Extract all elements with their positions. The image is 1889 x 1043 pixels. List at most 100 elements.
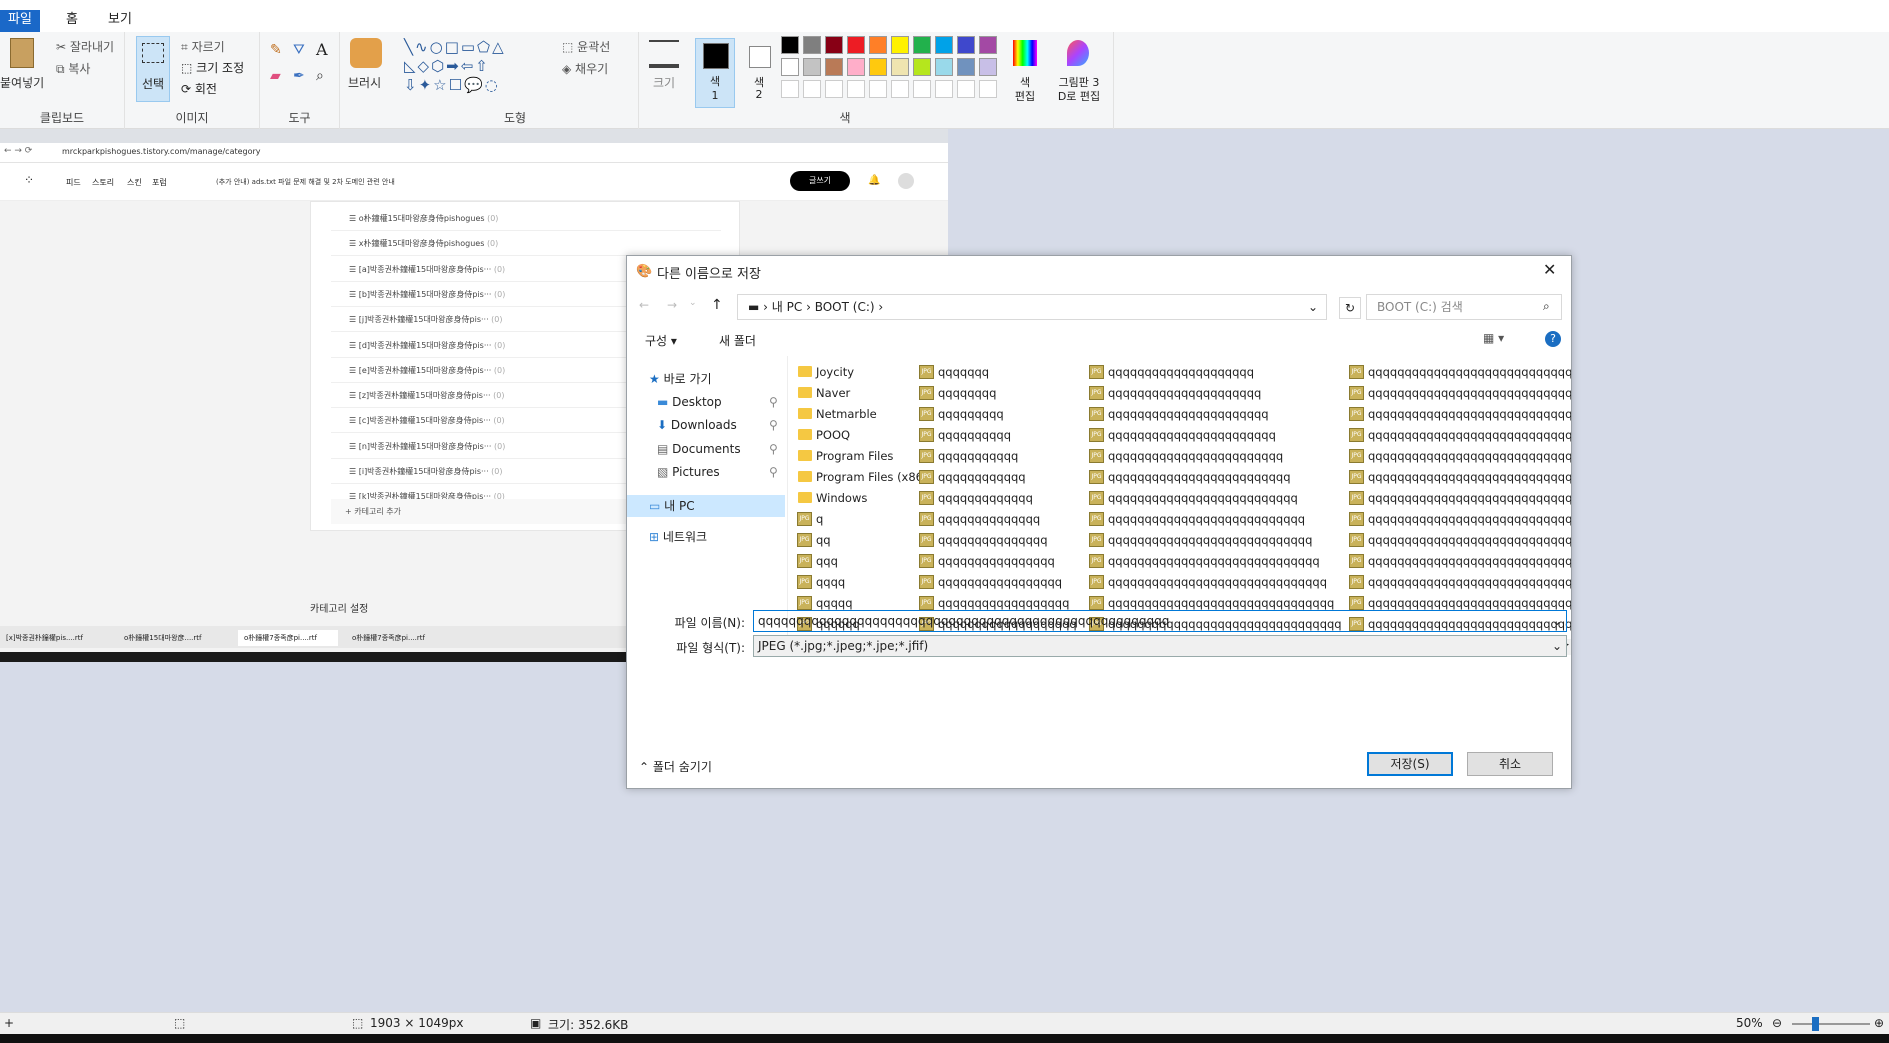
file-item[interactable]: JPG qqqqqqqqqqqqq	[918, 488, 1033, 508]
file-item[interactable]: JPG qqqq	[796, 572, 845, 592]
file-item[interactable]: JPG qqqqqqqq	[918, 383, 996, 403]
resize-button[interactable]: ⬚ 크기 조정	[181, 59, 244, 76]
menu-home[interactable]: 홈	[58, 10, 86, 32]
save-button[interactable]: 저장(S)	[1367, 752, 1453, 776]
magnifier-icon[interactable]: ⌕	[316, 68, 324, 84]
file-item[interactable]: JPG qqqqqqqqqqqqqqqqqqqqqqqqqqqqqqqqqqqq	[1348, 509, 1571, 529]
file-item[interactable]: JPG qqqqqqqqqqqqqqqqqqqqqqqqqqqqqqqqqqqq	[1348, 551, 1571, 571]
file-item[interactable]: JPG qqqqqqqqqqqqqqqqqqqqqqq	[1088, 425, 1276, 445]
cancel-button[interactable]: 취소	[1467, 752, 1553, 776]
fill-button[interactable]: ◈ 채우기	[562, 60, 608, 77]
file-item[interactable]: JPG qqqqqqqqqqqqqqqqqqqqqqqqqqqqqqqqqqqq	[1348, 488, 1571, 508]
filetype-select[interactable]: JPEG (*.jpg;*.jpeg;*.jpe;*.jfif) ⌄	[753, 635, 1567, 657]
refresh-icon[interactable]: ↻	[1339, 297, 1361, 319]
path-bar[interactable]: ▬ › 내 PC › BOOT (C:) › ⌄	[737, 294, 1327, 320]
zoom-out-icon[interactable]: ⊖	[1772, 1016, 1782, 1030]
file-item[interactable]: JPG qqqqqqqqqqqqqqqqqqqqqqqqqqqqq	[1088, 551, 1320, 571]
close-icon[interactable]: ✕	[1543, 260, 1556, 279]
file-item[interactable]: JPG qqqqqqqqqqqqqqqqqqqqqqqqqqqqqqqqqqqq	[1348, 530, 1571, 550]
nav-network[interactable]: ⊞ 네트워크	[649, 526, 707, 548]
color-swatch[interactable]	[957, 58, 975, 76]
color-picker-icon[interactable]: ✒	[293, 68, 305, 84]
custom-color-swatch[interactable]	[825, 80, 843, 98]
file-item[interactable]: JPG qqqqqqqqqqqqqqqqqqqqqqqqqqqqqqqqqqqq	[1348, 572, 1571, 592]
color-swatch[interactable]	[913, 58, 931, 76]
file-item[interactable]: JPG q	[796, 509, 823, 529]
color-swatch[interactable]	[891, 58, 909, 76]
edit-colors-button[interactable]: 색 편집	[1007, 38, 1043, 108]
brushes-button[interactable]: 브러시	[348, 74, 381, 91]
color-swatch[interactable]	[825, 36, 843, 54]
file-item[interactable]: JPG qqqqqqqqqqqqqqqqqqqqqqqqqqq	[1088, 509, 1305, 529]
nav-this-pc[interactable]: ▭ 내 PC	[649, 495, 695, 517]
custom-color-swatch[interactable]	[869, 80, 887, 98]
color-swatch[interactable]	[803, 58, 821, 76]
color-swatch[interactable]	[913, 36, 931, 54]
folder-item[interactable]: POOQ	[796, 425, 850, 445]
custom-color-swatch[interactable]	[979, 80, 997, 98]
custom-color-swatch[interactable]	[913, 80, 931, 98]
zoom-in-icon[interactable]: ⊕	[1874, 1016, 1884, 1030]
menu-view[interactable]: 보기	[100, 10, 140, 32]
color-swatch[interactable]	[979, 36, 997, 54]
filename-dropdown-icon[interactable]: ⌄	[1552, 611, 1562, 631]
file-item[interactable]: JPG qq	[796, 530, 831, 550]
color-swatch[interactable]	[781, 58, 799, 76]
folder-item[interactable]: Naver	[796, 383, 850, 403]
color-swatch[interactable]	[979, 58, 997, 76]
back-icon[interactable]: ←	[639, 298, 649, 312]
custom-color-swatch[interactable]	[803, 80, 821, 98]
outline-button[interactable]: ⬚ 윤곽선	[562, 38, 610, 55]
file-item[interactable]: JPG qqqqqqqqqqqqqqqqqqqqqqqqqqqqqqqqqqqq	[1348, 425, 1571, 445]
file-item[interactable]: JPG qqqqqqqqqqq	[918, 446, 1018, 466]
recent-dropdown-icon[interactable]: ⌄	[689, 298, 697, 308]
file-item[interactable]: JPG qqqqqqqqqqqq	[918, 467, 1026, 487]
eraser-icon[interactable]: ▰	[270, 68, 281, 84]
custom-color-swatch[interactable]	[935, 80, 953, 98]
file-item[interactable]: JPG qqqqqqqqqqqqqqqqqqqqqqqqqq	[1088, 488, 1298, 508]
new-folder-button[interactable]: 새 폴더	[719, 332, 756, 349]
menu-file[interactable]: 파일	[0, 10, 40, 32]
view-options-icon[interactable]: ▦ ▾	[1483, 331, 1504, 345]
cut-button[interactable]: ✂ 잘라내기	[56, 38, 114, 55]
breadcrumb-pc[interactable]: 내 PC	[772, 300, 802, 314]
zoom-slider-thumb[interactable]	[1812, 1017, 1819, 1031]
file-item[interactable]: JPG qqqqqqqqqqqqqqqq	[918, 551, 1055, 571]
nav-desktop[interactable]: ▬ Desktop ⚲	[657, 391, 778, 413]
color-swatch[interactable]	[891, 36, 909, 54]
file-item[interactable]: JPG qqqqqqqqqqqqqqqqqqqq	[1088, 362, 1254, 382]
file-item[interactable]: JPG qqqqqqqqqqqqqqqqqqqqqqqqqqqqqqqqqqqq	[1348, 446, 1571, 466]
folder-item[interactable]: Program Files (x86)	[796, 467, 927, 487]
color2-button[interactable]: 색 2	[741, 38, 777, 108]
file-item[interactable]: JPG qqqqqqqqqqqqqqqqqqqqqqqqqqqqqqqqqqqq	[1348, 362, 1571, 382]
custom-color-swatch[interactable]	[957, 80, 975, 98]
nav-quick-access[interactable]: ★ 바로 가기	[649, 368, 712, 390]
filename-input[interactable]: qqqqqqqqqqqqqqqqqqqqqqqqqqqqqqqqqqqqqqqq…	[753, 610, 1567, 632]
pencil-icon[interactable]: ✎	[270, 42, 282, 58]
custom-color-swatch[interactable]	[847, 80, 865, 98]
folder-item[interactable]: Program Files	[796, 446, 893, 466]
color-swatch[interactable]	[869, 36, 887, 54]
forward-icon[interactable]: →	[667, 298, 677, 312]
color-swatch[interactable]	[781, 36, 799, 54]
color-swatch[interactable]	[869, 58, 887, 76]
zoom-slider[interactable]	[1792, 1023, 1870, 1025]
custom-color-swatch[interactable]	[891, 80, 909, 98]
file-item[interactable]: JPG qqqqqqqqqqqqqqqqq	[918, 572, 1062, 592]
size-button[interactable]: 크기	[653, 74, 675, 91]
file-item[interactable]: JPG qqqqqqqqqqqqqqqqqqqqqqqqqqqqqqqqqqqq	[1348, 467, 1571, 487]
breadcrumb-drive[interactable]: BOOT (C:)	[815, 300, 875, 314]
color-swatch[interactable]	[935, 36, 953, 54]
organize-button[interactable]: 구성 ▾	[645, 332, 677, 349]
copy-button[interactable]: ⧉ 복사	[56, 60, 90, 77]
file-item[interactable]: JPG qqq	[796, 551, 838, 571]
color-swatch[interactable]	[803, 36, 821, 54]
hide-folders-button[interactable]: ⌃ 폴더 숨기기	[639, 758, 712, 775]
text-icon[interactable]: A	[316, 40, 328, 59]
file-item[interactable]: JPG qqqqqqqqqqqqqqqqqqqqqqqqqqqq	[1088, 530, 1312, 550]
custom-color-swatch[interactable]	[781, 80, 799, 98]
file-item[interactable]: JPG qqqqqqqqqqqqqqqqqqqqqqqqqqqqqqqqqqqq	[1348, 383, 1571, 403]
help-icon[interactable]: ?	[1545, 331, 1561, 347]
file-item[interactable]: JPG qqqqqqqqqqqqqqqqqqqqqqqq	[1088, 446, 1283, 466]
color-swatch[interactable]	[825, 58, 843, 76]
